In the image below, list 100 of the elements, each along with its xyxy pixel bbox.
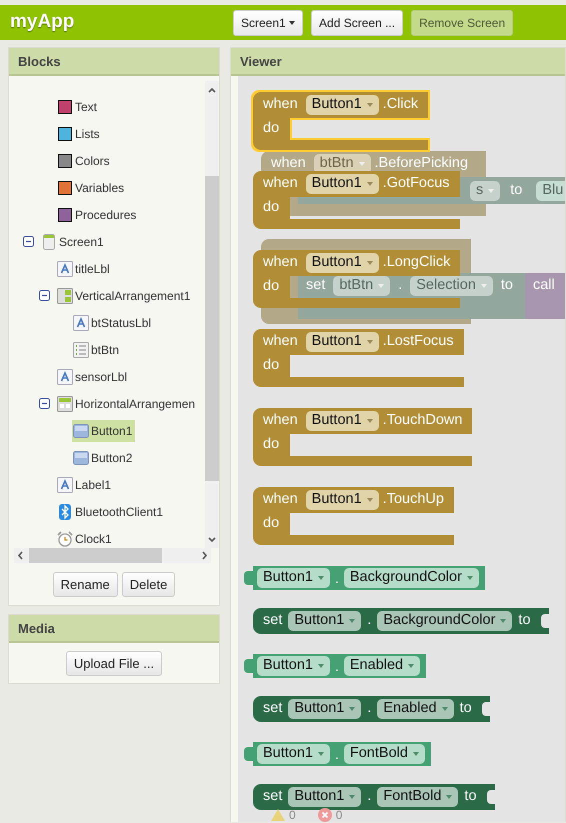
tree-item[interactable]: Button1: [72, 420, 136, 442]
screen-dropdown[interactable]: Screen1: [233, 10, 304, 36]
block-keyword: set: [263, 787, 282, 806]
event-name: .LongClick: [382, 253, 450, 272]
list-icon: [73, 342, 89, 358]
block-keyword: do: [263, 515, 280, 531]
property-dropdown[interactable]: Enabled: [344, 656, 420, 676]
component-dropdown[interactable]: Button1: [306, 332, 379, 352]
rename-button[interactable]: Rename: [52, 572, 118, 597]
upload-file-button[interactable]: Upload File ...: [66, 651, 162, 676]
property-dropdown[interactable]: FontBold: [377, 787, 458, 807]
horizontal-scrollbar[interactable]: [14, 548, 211, 563]
vertical-layout-icon: [57, 288, 73, 304]
panel-title: Blocks: [9, 48, 219, 76]
label-icon: [57, 260, 73, 276]
component-dropdown[interactable]: Button1: [306, 174, 379, 194]
block-keyword: to: [510, 180, 522, 200]
dot-separator: .: [367, 611, 372, 630]
block-keyword: to: [460, 699, 472, 718]
tree-item[interactable]: Text: [56, 96, 100, 118]
event-name: .TouchUp: [382, 490, 444, 510]
label-icon: [57, 476, 73, 492]
block-keyword: when: [263, 411, 298, 430]
panel-title: Media: [9, 615, 219, 643]
tree-item[interactable]: HorizontalArrangemen: [56, 392, 197, 414]
component-dropdown[interactable]: Button1: [306, 95, 379, 115]
input-socket: [482, 702, 490, 716]
setter-block[interactable]: set Button1 . BackgroundColor to: [253, 608, 549, 634]
horizontal-layout-icon: [57, 396, 73, 412]
block-keyword: to: [464, 787, 477, 806]
block-keyword: when: [263, 174, 298, 194]
event-name: .GotFocus: [382, 174, 450, 194]
alarm-clock-icon: [57, 530, 73, 546]
tree-item[interactable]: Clock1: [56, 528, 115, 548]
block-keyword: when: [263, 332, 298, 352]
caret-icon[interactable]: [289, 21, 296, 26]
block-keyword: do: [263, 120, 280, 136]
block-keyword: when: [263, 253, 298, 272]
add-screen-button[interactable]: Add Screen ...: [311, 10, 404, 36]
tree-item[interactable]: sensorLbl: [56, 366, 130, 388]
button-icon: [73, 450, 89, 466]
component-dropdown[interactable]: Button1: [257, 744, 330, 764]
collapse-icon[interactable]: [22, 236, 34, 247]
tree-item[interactable]: Screen1: [40, 230, 107, 252]
component-dropdown[interactable]: Button1: [257, 656, 330, 676]
label-icon: [73, 314, 89, 330]
dot-separator: .: [335, 744, 339, 764]
vertical-scrollbar[interactable]: [205, 81, 219, 548]
setter-block[interactable]: set Button1 . FontBold to: [253, 784, 495, 810]
event-block[interactable]: when Button1 .Click do: [253, 92, 428, 150]
tree-item[interactable]: btStatusLbl: [72, 312, 154, 334]
input-socket: [540, 614, 549, 628]
tree-item[interactable]: titleLbl: [56, 258, 113, 280]
component-dropdown[interactable]: Button1: [288, 787, 362, 807]
block-keyword: do: [263, 199, 280, 215]
error-count: 0: [336, 807, 342, 822]
component-dropdown[interactable]: Button1: [257, 568, 330, 588]
dropdown-field: btBtn: [333, 276, 390, 296]
block-keyword: to: [500, 276, 513, 296]
tree-item[interactable]: BluetoothClient1: [56, 500, 166, 522]
block-keyword: when: [271, 154, 306, 174]
field-value: Blu: [536, 180, 565, 200]
property-dropdown[interactable]: FontBold: [344, 744, 425, 764]
block-keyword: set: [263, 611, 282, 630]
block-keyword: call: [532, 277, 555, 293]
event-name: .LostFocus: [382, 332, 454, 352]
tree-item[interactable]: Variables: [56, 176, 128, 198]
event-name: .TouchDown: [382, 411, 462, 430]
component-dropdown[interactable]: Button1: [306, 411, 379, 431]
button-icon: [73, 422, 89, 438]
event-block[interactable]: when Button1 .TouchUp do: [253, 487, 454, 545]
tree-item[interactable]: Colors: [56, 150, 113, 172]
collapse-icon[interactable]: [38, 290, 50, 301]
property-dropdown[interactable]: BackgroundColor: [377, 611, 512, 631]
collapse-icon[interactable]: [38, 398, 50, 409]
warning-count: 0: [289, 807, 296, 822]
label-icon: [57, 368, 73, 384]
block-keyword: do: [263, 278, 280, 294]
event-block[interactable]: when Button1 .LostFocus do: [253, 329, 464, 387]
tree-item[interactable]: Lists: [56, 122, 103, 144]
tree-item[interactable]: btBtn: [72, 338, 122, 360]
component-dropdown[interactable]: Button1: [288, 611, 362, 631]
bluetooth-icon: [57, 504, 73, 520]
component-dropdown[interactable]: Button1: [306, 253, 379, 273]
property-dropdown[interactable]: BackgroundColor: [344, 568, 479, 588]
block-keyword: to: [518, 611, 531, 630]
tree-item[interactable]: Label1: [56, 474, 114, 496]
component-dropdown[interactable]: Button1: [288, 699, 362, 719]
component-dropdown[interactable]: Button1: [306, 490, 379, 510]
event-name: .BeforePicking: [374, 154, 468, 174]
event-block[interactable]: when Button1 .TouchDown do: [253, 408, 472, 466]
tree-item[interactable]: Button2: [72, 446, 136, 468]
property-dropdown[interactable]: Enabled: [377, 699, 454, 719]
block-keyword: do: [263, 436, 280, 452]
dot-separator: .: [367, 699, 372, 718]
delete-button[interactable]: Delete: [122, 572, 176, 597]
tree-item[interactable]: VerticalArrangement1: [56, 284, 194, 306]
tree-item[interactable]: Procedures: [56, 204, 140, 226]
block-keyword: do: [263, 357, 280, 373]
setter-block[interactable]: set Button1 . Enabled to: [253, 696, 490, 722]
